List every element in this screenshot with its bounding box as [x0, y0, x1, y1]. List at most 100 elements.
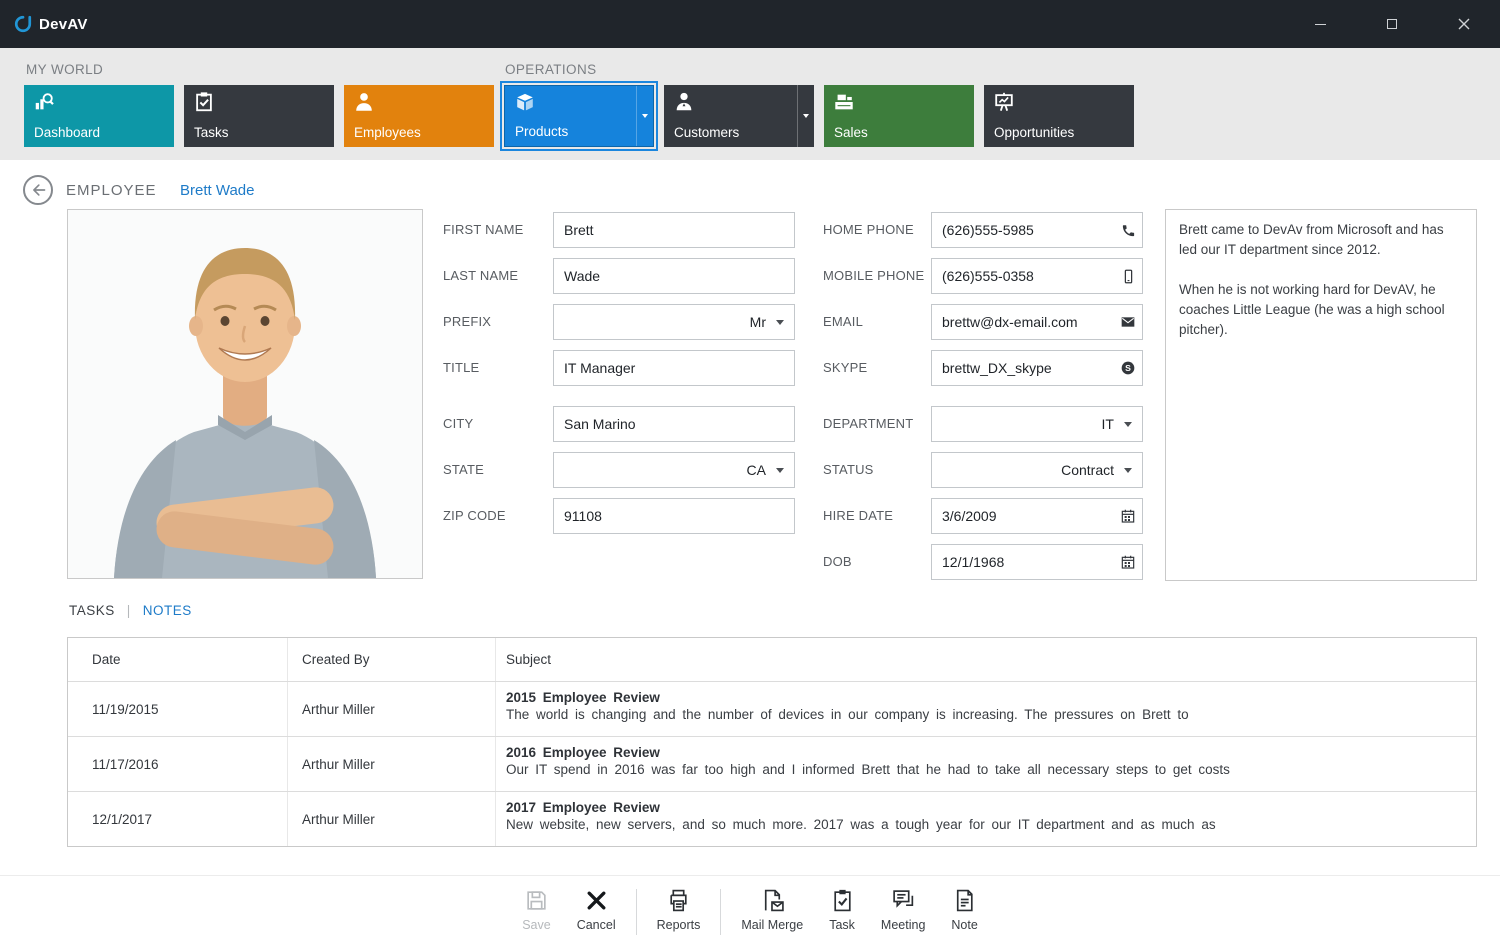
group-label-operations: OPERATIONS: [505, 62, 597, 77]
meeting-label: Meeting: [881, 918, 925, 932]
column-header-subject[interactable]: Subject: [496, 638, 1476, 681]
department-dropdown-button[interactable]: [1114, 407, 1142, 441]
department-select[interactable]: [931, 406, 1143, 442]
table-header-row: Date Created By Subject: [68, 638, 1476, 681]
employee-detail-view: EMPLOYEE Brett Wade: [0, 160, 1500, 875]
field-label: MOBILE PHONE: [823, 258, 924, 294]
dob-input[interactable]: [931, 544, 1143, 580]
status-dropdown-button[interactable]: [1114, 453, 1142, 487]
maximize-button[interactable]: [1356, 0, 1428, 48]
note-subject: 2016 Employee Review Our IT spend in 201…: [496, 737, 1476, 791]
tab-tasks[interactable]: TASKS: [69, 603, 115, 618]
table-row[interactable]: 11/19/2015 Arthur Miller 2015 Employee R…: [68, 681, 1476, 736]
field-prefix: PREFIX: [443, 304, 795, 340]
reports-button[interactable]: Reports: [644, 876, 714, 932]
city-input[interactable]: [553, 406, 795, 442]
tile-sales[interactable]: Sales: [824, 85, 974, 147]
field-label: EMAIL: [823, 304, 863, 340]
state-select[interactable]: [553, 452, 795, 488]
back-button[interactable]: [23, 175, 53, 205]
chevron-down-icon: [776, 468, 784, 473]
meeting-button[interactable]: Meeting: [868, 876, 938, 932]
devav-logo-icon: [14, 15, 32, 33]
maximize-icon: [1387, 19, 1397, 29]
bio-paragraph: When he is not working hard for DevAV, h…: [1179, 280, 1463, 340]
prefix-dropdown-button[interactable]: [766, 305, 794, 339]
skype-icon[interactable]: S: [1114, 351, 1142, 385]
column-header-created-by[interactable]: Created By: [288, 638, 496, 681]
field-label: DEPARTMENT: [823, 406, 913, 442]
zip-code-input[interactable]: [553, 498, 795, 534]
field-skype: SKYPE S: [823, 350, 1143, 386]
field-label: HIRE DATE: [823, 498, 893, 534]
tile-products-selected[interactable]: Products: [504, 85, 654, 147]
table-row[interactable]: 12/1/2017 Arthur Miller 2017 Employee Re…: [68, 791, 1476, 846]
group-label-my-world: MY WORLD: [26, 62, 103, 77]
note-subject-text: Our IT spend in 2016 was far too high an…: [506, 762, 1462, 777]
mobile-phone-input[interactable]: [931, 258, 1143, 294]
table-row[interactable]: 11/17/2016 Arthur Miller 2016 Employee R…: [68, 736, 1476, 791]
phone-icon[interactable]: [1114, 213, 1142, 247]
email-input[interactable]: [931, 304, 1143, 340]
note-date: 11/17/2016: [68, 737, 288, 791]
cancel-button[interactable]: Cancel: [564, 876, 629, 932]
note-created-by: Arthur Miller: [288, 737, 496, 791]
title-input[interactable]: [553, 350, 795, 386]
note-created-by: Arthur Miller: [288, 682, 496, 736]
field-label: LAST NAME: [443, 258, 518, 294]
calendar-icon[interactable]: [1114, 499, 1142, 533]
save-label: Save: [522, 918, 551, 932]
field-label: FIRST NAME: [443, 212, 524, 248]
note-date: 12/1/2017: [68, 792, 288, 846]
cancel-label: Cancel: [577, 918, 616, 932]
chevron-down-icon: [1124, 468, 1132, 473]
field-label: SKYPE: [823, 350, 867, 386]
ribbon: MY WORLD OPERATIONS Dashboard Tasks: [0, 48, 1500, 160]
task-button[interactable]: Task: [816, 876, 868, 932]
app-window: DevAV MY WORLD OPERATIONS Dashboard: [0, 0, 1500, 952]
note-subject-title: 2015 Employee Review: [506, 690, 1462, 705]
calendar-icon[interactable]: [1114, 545, 1142, 579]
products-dropdown-button[interactable]: [636, 86, 653, 146]
close-icon: [1458, 18, 1470, 30]
cancel-icon: [584, 888, 609, 913]
note-subject-text: The world is changing and the number of …: [506, 707, 1462, 722]
customers-dropdown-button[interactable]: [797, 85, 814, 147]
skype-input[interactable]: [931, 350, 1143, 386]
tile-tasks[interactable]: Tasks: [184, 85, 334, 147]
prefix-select[interactable]: [553, 304, 795, 340]
tile-dashboard[interactable]: Dashboard: [24, 85, 174, 147]
page-title-employee-name: Brett Wade: [180, 182, 254, 199]
tile-employees[interactable]: Employees: [344, 85, 494, 147]
tab-notes[interactable]: NOTES: [143, 603, 192, 618]
note-button[interactable]: Note: [938, 876, 990, 932]
last-name-input[interactable]: [553, 258, 795, 294]
first-name-input[interactable]: [553, 212, 795, 248]
save-button[interactable]: Save: [509, 876, 564, 932]
employee-bio-memo[interactable]: Brett came to DevAv from Microsoft and h…: [1165, 209, 1477, 581]
hire-date-input[interactable]: [931, 498, 1143, 534]
close-button[interactable]: [1428, 0, 1500, 48]
field-home-phone: HOME PHONE: [823, 212, 1143, 248]
mail-merge-button[interactable]: Mail Merge: [728, 876, 816, 932]
field-dob: DOB: [823, 544, 1143, 580]
chevron-down-icon: [1124, 422, 1132, 427]
app-logo: DevAV: [0, 15, 88, 33]
minimize-button[interactable]: [1284, 0, 1356, 48]
mobile-phone-icon[interactable]: [1114, 259, 1142, 293]
section-label: EMPLOYEE: [66, 182, 157, 199]
status-select[interactable]: [931, 452, 1143, 488]
products-icon: [514, 92, 536, 114]
tab-separator: |: [127, 603, 131, 618]
envelope-icon[interactable]: [1114, 305, 1142, 339]
home-phone-input[interactable]: [931, 212, 1143, 248]
field-mobile-phone: MOBILE PHONE: [823, 258, 1143, 294]
field-status: STATUS: [823, 452, 1143, 488]
state-dropdown-button[interactable]: [766, 453, 794, 487]
employees-icon: [353, 91, 375, 113]
tile-customers[interactable]: Customers: [664, 85, 814, 147]
column-header-date[interactable]: Date: [68, 638, 288, 681]
tile-opportunities[interactable]: Opportunities: [984, 85, 1134, 147]
field-city: CITY: [443, 406, 795, 442]
field-label: PREFIX: [443, 304, 491, 340]
